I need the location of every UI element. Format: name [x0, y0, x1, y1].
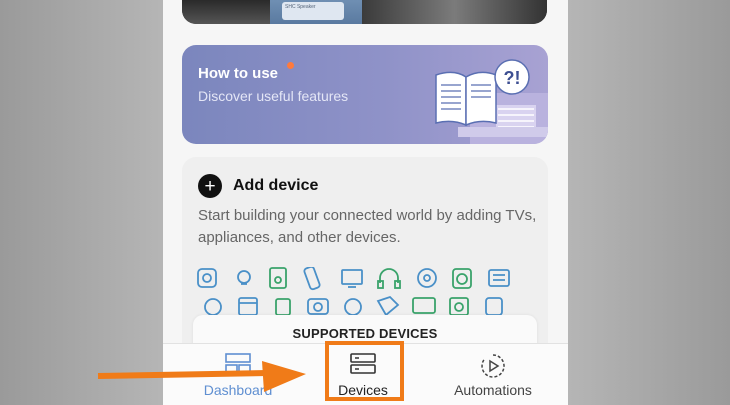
headphones-icon [377, 268, 401, 289]
banner-image-speakers [362, 0, 547, 24]
box-icon [275, 298, 291, 316]
tab-automations-label: Automations [454, 382, 532, 398]
banner-tile-text: SHC Speaker [282, 2, 344, 20]
bulb-icon [237, 270, 251, 285]
how-to-use-subtitle: Discover useful features [198, 88, 349, 104]
washer-icon [452, 268, 472, 289]
dryer-icon [376, 295, 400, 317]
supported-devices-label: SUPPORTED DEVICES [292, 326, 438, 341]
sensor-icon [417, 268, 437, 288]
vacuum-icon [204, 298, 222, 316]
add-device-description: Start building your connected world by a… [198, 207, 537, 246]
device-icons-grid [197, 267, 510, 317]
new-badge-dot [287, 62, 294, 69]
outlet-icon [485, 297, 503, 316]
monitor-icon [341, 269, 363, 288]
plus-circle-icon: + [198, 174, 222, 198]
open-book-question-icon: ?! [435, 59, 548, 144]
svg-text:?!: ?! [504, 68, 521, 88]
banner-image-app: SHC Speaker [270, 0, 362, 24]
add-device-card: + Add device Start building your connect… [182, 157, 548, 357]
audio-icon [269, 267, 287, 289]
tab-automations[interactable]: Automations [423, 344, 563, 405]
how-to-use-card[interactable]: How to use Discover useful features ?! [182, 45, 548, 144]
tv-icon [412, 297, 436, 314]
robot-icon [344, 298, 362, 316]
add-device-button[interactable]: + Add device [198, 174, 318, 198]
add-device-title: Add device [233, 177, 319, 194]
devices-tab-highlight [325, 341, 404, 401]
pointer-arrow-icon [97, 361, 306, 392]
fridge-icon [449, 297, 469, 316]
camera-icon [307, 298, 329, 315]
how-to-use-title: How to use [198, 65, 279, 82]
speaker-icon [197, 268, 217, 288]
remote-icon [303, 267, 321, 291]
oven-icon [238, 297, 258, 316]
automations-icon [481, 354, 505, 378]
featured-banner[interactable]: SHC Speaker [182, 0, 547, 24]
banner-image-vacuum [182, 0, 270, 24]
panel-icon [488, 269, 510, 287]
